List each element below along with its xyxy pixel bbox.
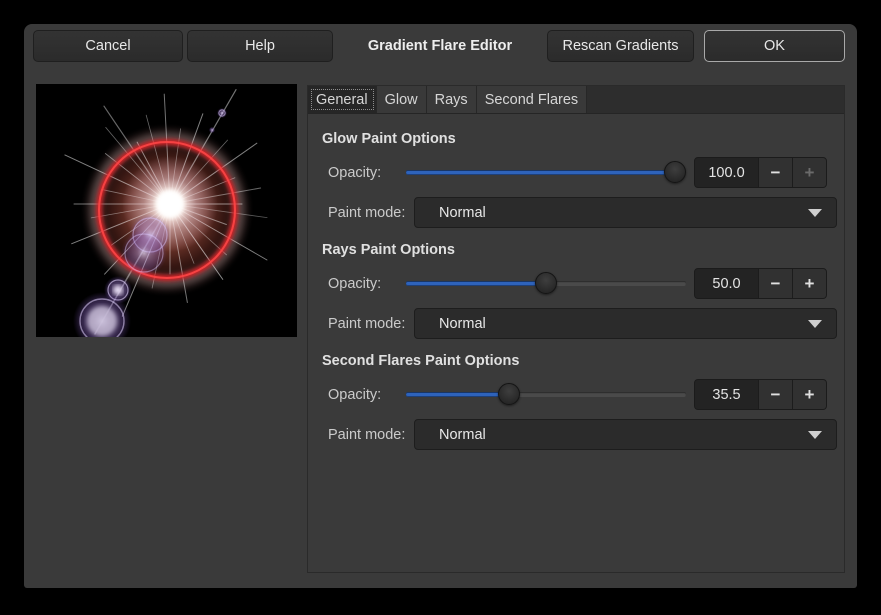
flare-preview-image <box>36 84 297 337</box>
section-heading: Second Flares Paint Options <box>322 351 844 371</box>
cancel-button[interactable]: Cancel <box>33 30 183 62</box>
opacity-row: Opacity: 50.0 − + <box>328 268 827 299</box>
minus-icon[interactable]: − <box>758 380 792 409</box>
minus-icon[interactable]: − <box>758 158 792 187</box>
opacity-value[interactable]: 35.5 <box>695 380 758 409</box>
paint-mode-row: Paint mode: Normal <box>328 308 837 339</box>
settings-notebook: General Glow Rays Second Flares Glow Pai… <box>307 85 845 573</box>
slider-handle[interactable] <box>664 161 686 183</box>
paint-mode-dropdown[interactable]: Normal <box>414 197 837 228</box>
dialog-header: Cancel Help Gradient Flare Editor Rescan… <box>24 24 857 66</box>
opacity-label: Opacity: <box>328 276 400 292</box>
flare-preview-svg <box>36 84 297 337</box>
slider-fill <box>406 392 509 397</box>
paint-mode-row: Paint mode: Normal <box>328 197 837 228</box>
slider-fill <box>406 170 675 175</box>
tab-bar-filler <box>587 86 844 113</box>
paint-mode-value: Normal <box>439 316 486 332</box>
opacity-row: Opacity: 35.5 − + <box>328 379 827 410</box>
chevron-down-icon <box>808 431 822 439</box>
opacity-spinbutton: 100.0 − + <box>694 157 827 188</box>
opacity-slider[interactable] <box>406 379 686 410</box>
tab-second-flares[interactable]: Second Flares <box>477 86 588 113</box>
opacity-label: Opacity: <box>328 165 400 181</box>
opacity-value[interactable]: 100.0 <box>695 158 758 187</box>
tab-glow[interactable]: Glow <box>377 86 427 113</box>
tab-bar: General Glow Rays Second Flares <box>308 86 844 114</box>
opacity-spinbutton: 35.5 − + <box>694 379 827 410</box>
opacity-row: Opacity: 100.0 − + <box>328 157 827 188</box>
paint-mode-value: Normal <box>439 205 486 221</box>
plus-icon[interactable]: + <box>792 269 826 298</box>
paint-mode-value: Normal <box>439 427 486 443</box>
opacity-label: Opacity: <box>328 387 400 403</box>
paint-mode-row: Paint mode: Normal <box>328 419 837 450</box>
opacity-spinbutton: 50.0 − + <box>694 268 827 299</box>
paint-mode-label: Paint mode: <box>328 205 414 221</box>
paint-mode-label: Paint mode: <box>328 427 414 443</box>
opacity-slider[interactable] <box>406 157 686 188</box>
gradient-flare-editor-dialog: Cancel Help Gradient Flare Editor Rescan… <box>24 24 857 588</box>
chevron-down-icon <box>808 320 822 328</box>
slider-handle[interactable] <box>498 383 520 405</box>
tab-general[interactable]: General <box>308 86 377 113</box>
rescan-gradients-button[interactable]: Rescan Gradients <box>547 30 694 62</box>
tab-page-general: Glow Paint Options Opacity: 100.0 − + <box>308 114 844 450</box>
plus-icon[interactable]: + <box>792 380 826 409</box>
paint-mode-label: Paint mode: <box>328 316 414 332</box>
tab-rays[interactable]: Rays <box>427 86 477 113</box>
slider-handle[interactable] <box>535 272 557 294</box>
section-heading: Rays Paint Options <box>322 240 844 260</box>
section-heading: Glow Paint Options <box>322 129 844 149</box>
plus-icon[interactable]: + <box>792 158 826 187</box>
rays-paint-options-section: Rays Paint Options Opacity: 50.0 − + <box>308 240 844 339</box>
chevron-down-icon <box>808 209 822 217</box>
glow-paint-options-section: Glow Paint Options Opacity: 100.0 − + <box>308 129 844 228</box>
opacity-value[interactable]: 50.0 <box>695 269 758 298</box>
second-flares-paint-options-section: Second Flares Paint Options Opacity: 35.… <box>308 351 844 450</box>
minus-icon[interactable]: − <box>758 269 792 298</box>
ok-button[interactable]: OK <box>704 30 845 62</box>
slider-fill <box>406 281 546 286</box>
dialog-title: Gradient Flare Editor <box>333 38 547 54</box>
opacity-slider[interactable] <box>406 268 686 299</box>
paint-mode-dropdown[interactable]: Normal <box>414 419 837 450</box>
help-button[interactable]: Help <box>187 30 333 62</box>
paint-mode-dropdown[interactable]: Normal <box>414 308 837 339</box>
